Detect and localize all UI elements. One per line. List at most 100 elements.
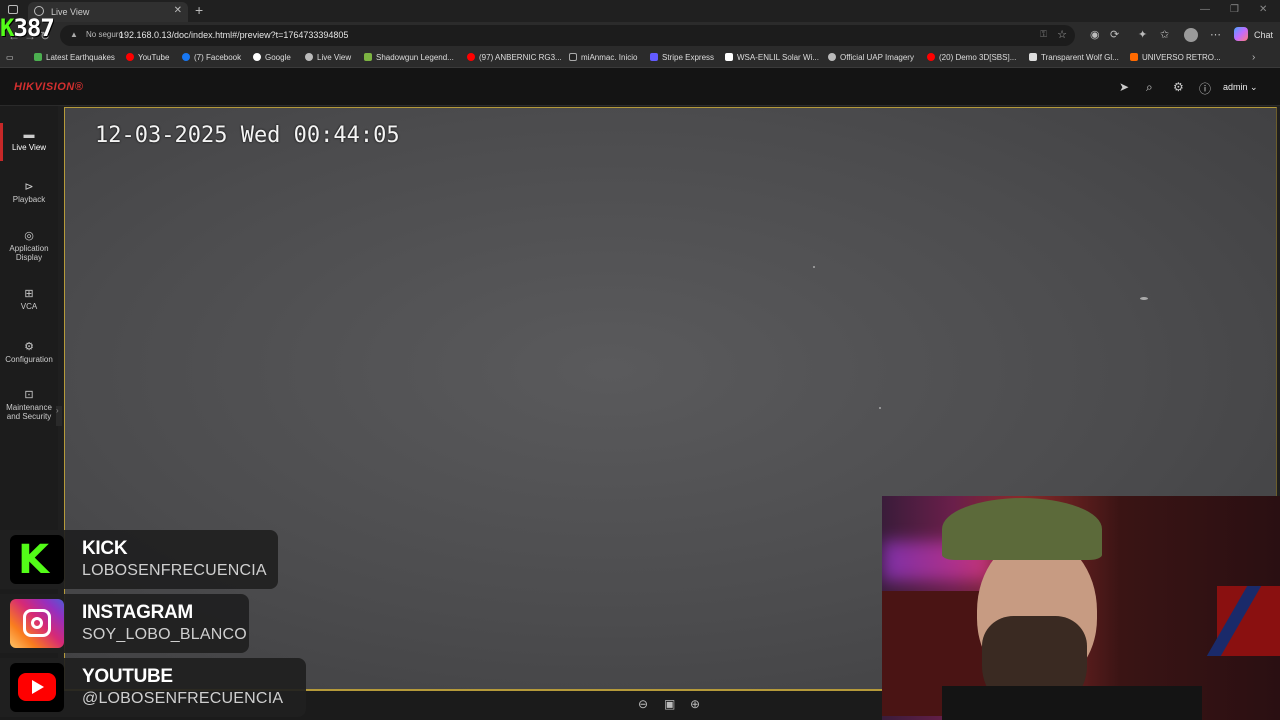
bookmark-item[interactable]: Latest Earthquakes [34,53,115,62]
security-status[interactable]: No seguro [86,30,123,39]
bookmark-label: YouTube [138,53,170,62]
sidebar-collapse-handle[interactable]: › [56,406,62,426]
info-icon[interactable]: ⓘ [1199,80,1211,97]
maintenance-icon: ⊡ [24,389,34,401]
user-name: admin [1223,82,1248,92]
search-icon[interactable]: ⌕ [1146,80,1153,95]
streamer-cap [942,498,1102,560]
bookmark-item[interactable]: (20) Demo 3D[SBS]... [927,53,1016,62]
extensions-puzzle-icon[interactable]: ✦ [1138,28,1147,41]
vca-icon: ⊞ [24,288,34,300]
sidebar-item-configuration[interactable]: ⚙ Configuration [0,341,58,365]
security-warning-icon[interactable]: ▲ [70,30,78,39]
bookmark-item[interactable]: Shadowgun Legend... [364,53,454,62]
video-noise-speck [879,407,881,409]
user-menu[interactable]: admin ⌄ [1223,82,1258,93]
chat-label: Chat [1254,30,1274,40]
browser-tab-bar: Live View ✕ + — ❐ ✕ [0,0,1280,22]
new-tab-button[interactable]: + [195,2,203,18]
layout-icon[interactable]: ▣ [664,697,675,711]
sidebar-item-label: Application Display [9,244,49,262]
social-handle: SOY_LOBO_BLANCO [82,626,247,643]
send-icon[interactable]: ➤ [1119,80,1129,94]
social-card-youtube: YOUTUBE @LOBOSENFRECUENCIA [0,658,306,717]
instagram-icon [10,599,64,648]
bookmark-label: WSA-ENLIL Solar Wi... [737,53,819,62]
sidebar-item-label: Playback [12,195,46,204]
bookmark-item[interactable]: Stripe Express [650,53,714,62]
bookmark-item[interactable]: Google [253,53,291,62]
sidebar-item-playback[interactable]: ⊳ Playback [0,182,58,205]
bookmark-item[interactable]: (97) ANBERNIC RG3... [467,53,562,62]
password-key-icon[interactable]: ⚿ [1040,29,1047,40]
social-title: INSTAGRAM [82,602,193,623]
maximize-icon[interactable]: ❐ [1230,4,1239,15]
social-handle: @LOBOSENFRECUENCIA [82,690,284,707]
bookmark-label: (20) Demo 3D[SBS]... [939,53,1017,62]
favorites-icon[interactable]: ✩ [1160,28,1169,41]
sidebar-item-label: Live View [11,143,47,152]
social-title: KICK [82,538,128,559]
extension-icon[interactable]: ◉ [1090,28,1100,41]
bookmarks-menu-icon[interactable]: ▭ [6,53,14,62]
app-header: HIKVISION® ➤ ⌕ ⚙ ⓘ admin ⌄ [0,68,1280,106]
bookmark-label: (97) ANBERNIC RG3... [479,53,562,62]
bookmark-label: UNIVERSO RETRO... [1142,53,1221,62]
copilot-chat-button[interactable]: Chat [1232,26,1273,44]
social-handle: LOBOSENFRECUENCIA [82,562,267,579]
bookmark-favicon-icon [650,53,658,61]
sidebar-item-maintenance[interactable]: ⊡ Maintenance and Security [0,389,58,422]
bookmark-item[interactable]: Live View [305,53,351,62]
sidebar-item-label: Maintenance and Security [6,403,52,421]
sidebar-item-live-view[interactable]: ▬ Live View [0,123,58,161]
bookmark-item[interactable]: Transparent Wolf Gl... [1029,53,1119,62]
window-close-icon[interactable]: ✕ [1259,4,1267,15]
bookmark-label: Official UAP Imagery [840,53,914,62]
bookmark-favicon-icon [725,53,733,61]
bookmarks-overflow-icon[interactable]: › [1252,52,1255,63]
youtube-icon [10,663,64,712]
bookmark-star-icon[interactable]: ☆ [1057,28,1067,41]
background-flag [1217,586,1280,656]
minimize-icon[interactable]: — [1200,4,1210,15]
bookmark-item[interactable]: UNIVERSO RETRO... [1130,53,1221,62]
sidebar-item-vca[interactable]: ⊞ VCA [0,288,58,312]
gear-icon: ⚙ [24,341,34,353]
settings-icon[interactable]: ⚙ [1173,80,1184,94]
bookmark-favicon-icon [305,53,313,61]
copilot-icon [1234,27,1248,41]
profile-avatar[interactable] [1184,28,1198,42]
tab-close-icon[interactable]: ✕ [174,5,182,16]
refresh-extension-icon[interactable]: ⟳ [1110,28,1119,41]
bookmark-favicon-icon [467,53,475,61]
sidebar-item-label: VCA [20,302,38,311]
kick-viewer-badge: K387 [0,14,55,42]
address-url[interactable]: 192.168.0.13/doc/index.html#/preview?t=1… [119,30,348,40]
bookmark-label: Live View [317,53,352,62]
sidebar-item-application-display[interactable]: ◎ Application Display [0,231,58,263]
bookmark-item[interactable]: (7) Facebook [182,53,241,62]
next-icon[interactable]: ⊕ [690,697,700,711]
bookmark-favicon-icon [828,53,836,61]
tab-title: Live View [51,7,90,17]
previous-icon[interactable]: ⊖ [638,697,648,711]
bookmark-label: (7) Facebook [194,53,242,62]
bookmark-item[interactable]: WSA-ENLIL Solar Wi... [725,53,819,62]
webcam-overlay [882,496,1280,720]
more-menu-icon[interactable]: ⋯ [1210,28,1221,41]
bookmark-label: miAnmac. Inicio [581,53,638,62]
kick-logo-icon: K [0,14,14,42]
bookmark-favicon-icon [126,53,134,61]
bookmark-favicon-icon [1130,53,1138,61]
live-view-icon: ▬ [23,129,35,141]
tab-actions-icon[interactable] [8,5,18,14]
bookmark-favicon-icon [569,53,577,61]
bookmark-item[interactable]: miAnmac. Inicio [569,53,637,62]
bookmark-item[interactable]: Official UAP Imagery [828,53,914,62]
bookmark-item[interactable]: YouTube [126,53,169,62]
streamer-shirt [942,686,1202,720]
address-toolbar: ← → ↻ ▲ No seguro 192.168.0.13/doc/index… [0,22,1280,49]
bookmark-favicon-icon [1029,53,1037,61]
address-field[interactable]: ▲ No seguro 192.168.0.13/doc/index.html#… [60,25,1075,46]
hikvision-logo: HIKVISION® [14,81,84,93]
